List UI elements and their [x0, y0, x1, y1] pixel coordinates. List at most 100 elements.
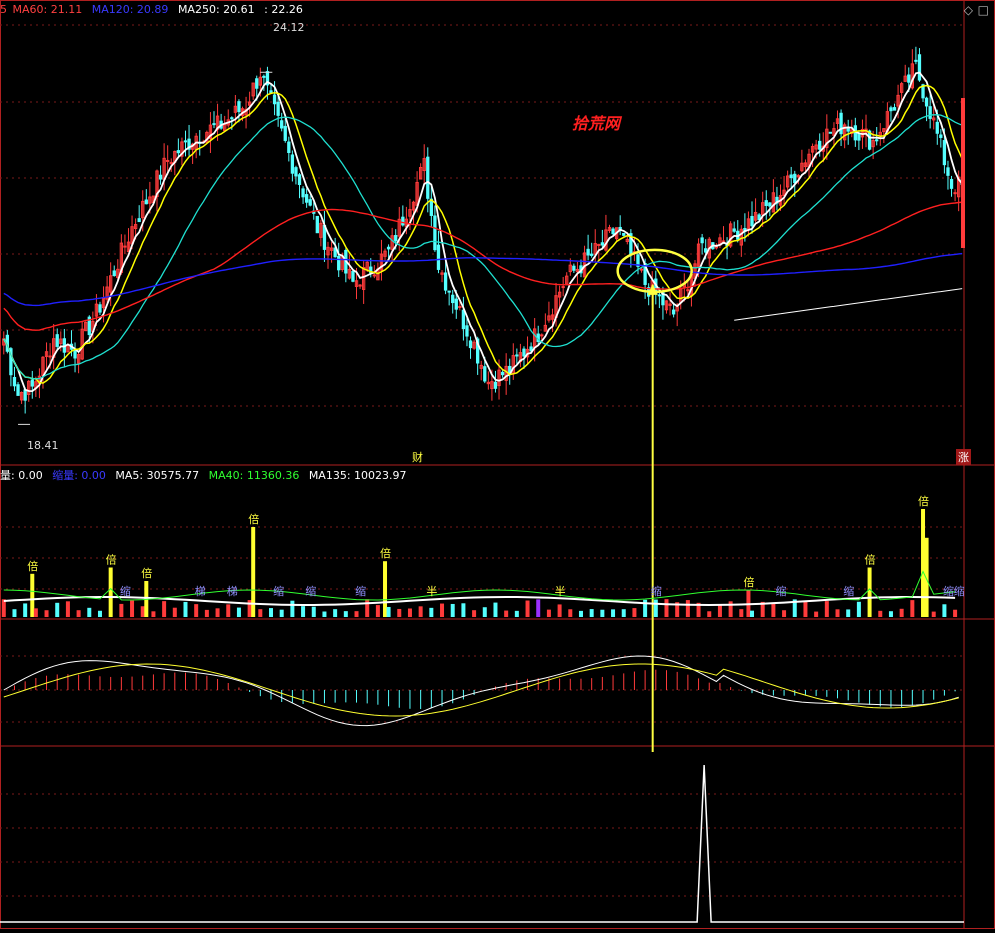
legend-prefix: 5 [0, 3, 7, 16]
candle-body [315, 215, 319, 234]
volume-bar [717, 605, 722, 617]
candle-body [166, 159, 170, 162]
candle-body [386, 246, 391, 250]
candle-body [818, 140, 822, 150]
candle-body [262, 75, 266, 78]
candle-body [590, 253, 594, 256]
volume-bar [322, 611, 327, 617]
candle-body [287, 141, 291, 153]
volume-bar [685, 600, 690, 617]
volume-bar [383, 561, 388, 617]
legend-vol-ma40: MA40: 11360.36 [208, 469, 300, 482]
diamond-icon[interactable]: ◇ [964, 3, 973, 17]
volume-bar [621, 609, 626, 617]
volume-bar [172, 607, 177, 617]
volume-bar [482, 607, 487, 617]
volume-bar [931, 611, 936, 617]
legend-vol: 量: 0.00 [0, 469, 43, 482]
candle-body [515, 354, 519, 357]
candle-body [561, 286, 565, 289]
ma30-line [3, 114, 963, 380]
volume-tag-3: 倍 [141, 566, 152, 580]
candle-body [176, 150, 181, 154]
volume-bar [418, 606, 423, 617]
candle-body [269, 90, 273, 94]
volume-bar [440, 603, 445, 617]
square-icon[interactable]: □ [978, 3, 989, 17]
candle-body [939, 134, 943, 138]
volume-bar [183, 601, 188, 617]
volume-tag-14: 倍 [743, 575, 754, 589]
volume-tag-10: 倍 [380, 546, 391, 560]
candle-body [48, 355, 52, 358]
candle-body [657, 294, 662, 297]
candle-body [828, 131, 833, 134]
volume-tag-12: 半 [555, 584, 566, 598]
legend-price: : 22.26 [264, 3, 303, 16]
candle-body [764, 200, 768, 206]
stock-chart: 倍倍缩倍梯梯倍缩缩缩倍半半缩倍缩缩倍倍缩缩 5 MA60: 21.11 MA12… [0, 0, 995, 929]
volume-bar [215, 608, 220, 617]
volume-bar [108, 567, 113, 617]
event-marker-zhang: 涨 [956, 449, 971, 465]
volume-bar [578, 610, 583, 617]
volume-bar [55, 602, 60, 617]
volume-tag-13: 缩 [651, 585, 662, 598]
volume-bar [119, 603, 124, 617]
volume-bar [888, 611, 893, 617]
volume-bar [76, 610, 81, 617]
volume-bar [290, 600, 295, 617]
candle-body [433, 215, 437, 251]
volume-bar [162, 601, 167, 617]
legend-vol-ma135: MA135: 10023.97 [308, 469, 407, 482]
candle-body [586, 248, 590, 256]
volume-tag-9: 缩 [355, 585, 366, 598]
candle-body [949, 178, 954, 189]
candle-body [671, 309, 676, 315]
volume-tag-17: 倍 [865, 553, 876, 567]
candle-body [465, 325, 469, 337]
candle-body [839, 112, 843, 135]
signal-spike-line [0, 764, 964, 923]
candle-body [572, 265, 576, 271]
candle-body [337, 255, 341, 271]
candle-body [183, 140, 188, 143]
volume-bar [311, 606, 316, 617]
candle-body [276, 101, 280, 116]
candle-body [55, 334, 59, 347]
candle-body [875, 139, 879, 142]
candle-body [401, 216, 405, 226]
volume-bar [87, 607, 92, 617]
candle-body [454, 298, 458, 310]
candle-body [123, 245, 127, 248]
candle-body [639, 268, 644, 271]
candle-body [144, 199, 148, 205]
candle-body [461, 309, 466, 330]
candle-body [522, 348, 526, 357]
ma10-line [3, 84, 963, 384]
volume-bar [279, 609, 284, 617]
candle-body [732, 228, 736, 232]
volume-bar [23, 603, 28, 617]
candle-body [372, 274, 376, 277]
candle-body [12, 376, 17, 387]
candle-body [230, 117, 234, 120]
volume-tag-19: 缩 [943, 585, 954, 598]
volume-tag-8: 缩 [305, 585, 316, 598]
volume-tag-1: 倍 [106, 553, 117, 567]
candle-body [857, 133, 861, 141]
volume-bar [397, 608, 402, 617]
candle-body [704, 248, 708, 253]
volume-bar [536, 599, 541, 617]
candle-body [750, 215, 754, 227]
volume-bar [899, 608, 904, 617]
volume-bar [867, 567, 872, 617]
volume-tag-0: 倍 [27, 559, 38, 573]
candle-body [493, 381, 498, 389]
volume-bar [750, 610, 755, 617]
volume-bar [803, 600, 808, 617]
volume-bar [664, 599, 669, 617]
volume-bar [878, 610, 883, 617]
volume-bar [707, 611, 712, 617]
legend-ma60: MA60: 21.11 [12, 3, 83, 16]
